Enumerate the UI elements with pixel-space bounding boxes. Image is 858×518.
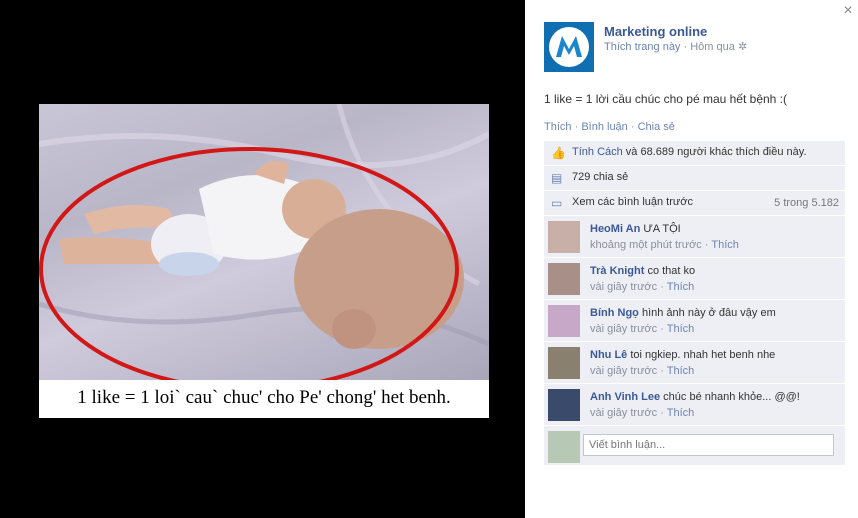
close-icon[interactable]: ×	[840, 3, 856, 20]
avatar[interactable]	[548, 263, 580, 295]
comment-composer	[544, 426, 845, 466]
comment-text: co that ko	[647, 265, 696, 277]
comment-meta: vài giây trước · Thích	[590, 323, 695, 335]
commenter-name[interactable]: Nhu Lê	[590, 349, 627, 361]
commenter-name[interactable]: Bính Ngọ	[590, 307, 639, 319]
comment-body: Bính Ngọ hình ảnh này ở đâu vậy em vài g…	[590, 305, 776, 337]
commenter-name[interactable]: Trà Knight	[590, 265, 644, 277]
comment-item: Trà Knight co that ko vài giây trước · T…	[544, 258, 845, 300]
comment-like-link[interactable]: Thích	[711, 239, 739, 251]
comment-time[interactable]: vài giây trước	[590, 365, 657, 377]
comment-text: chúc bé nhanh khỏe... @@!	[663, 391, 800, 403]
likes-count-text[interactable]: và 68.689 người khác thích điều này.	[623, 146, 807, 158]
post-actions: Thích · Bình luận · Chia sẻ	[544, 121, 675, 133]
photo-caption: 1 like = 1 loi` cau` chuc' cho Pe' chong…	[39, 380, 489, 418]
comment-item: HeoMi An ƯA TỘI khoảng một phút trước · …	[544, 216, 845, 258]
comment-meta: khoảng một phút trước · Thích	[590, 239, 739, 251]
comment-item: Bính Ngọ hình ảnh này ở đâu vậy em vài g…	[544, 300, 845, 342]
comment-time[interactable]: vài giây trước	[590, 323, 657, 335]
photo-viewer: 1 like = 1 loi` cau` chuc' cho Pe' chong…	[0, 0, 525, 518]
post-time[interactable]: Hôm qua	[690, 41, 735, 53]
commenter-name[interactable]: Anh Vinh Lee	[590, 391, 660, 403]
comment-button[interactable]: Bình luận	[581, 121, 627, 133]
comment-body: Anh Vinh Lee chúc bé nhanh khỏe... @@! v…	[590, 389, 800, 421]
shares-count[interactable]: 729 chia sẻ	[572, 171, 628, 183]
comment-time[interactable]: vài giây trước	[590, 407, 657, 419]
comment-text: toi ngkiep. nhah het benh nhe	[630, 349, 776, 361]
share-button[interactable]: Chia sẻ	[638, 121, 675, 133]
comment-like-link[interactable]: Thích	[667, 281, 695, 293]
avatar[interactable]	[548, 389, 580, 421]
comment-body: Trà Knight co that ko vài giây trước · T…	[590, 263, 695, 295]
post-text: 1 like = 1 lời cầu chúc cho pé mau hết b…	[544, 92, 788, 106]
comment-text: ƯA TỘI	[643, 223, 681, 235]
post-sidebar: × Marketing online Thích trang này · Hôm…	[525, 0, 858, 518]
page-name[interactable]: Marketing online	[604, 24, 707, 39]
shares-summary: ▤ 729 chia sẻ	[544, 166, 845, 191]
share-icon: ▤	[551, 171, 563, 185]
comment-input[interactable]	[583, 434, 834, 456]
view-previous-comments: ▭ Xem các bình luận trước 5 trong 5.182	[544, 191, 845, 216]
comment-meta: vài giây trước · Thích	[590, 407, 695, 419]
post-photo[interactable]: 1 like = 1 loi` cau` chuc' cho Pe' chong…	[39, 104, 489, 418]
avatar[interactable]	[548, 347, 580, 379]
comment-item: Anh Vinh Lee chúc bé nhanh khỏe... @@! v…	[544, 384, 845, 426]
comment-meta: vài giây trước · Thích	[590, 281, 695, 293]
page-avatar[interactable]	[544, 22, 594, 72]
thumbs-up-icon: 👍	[551, 146, 566, 160]
comment-text: hình ảnh này ở đâu vậy em	[641, 307, 776, 319]
comment-item: Nhu Lê toi ngkiep. nhah het benh nhe vài…	[544, 342, 845, 384]
baby-photo-illustration	[39, 104, 489, 380]
comment-like-link[interactable]: Thích	[667, 407, 695, 419]
comment-like-link[interactable]: Thích	[667, 365, 695, 377]
page-meta: Thích trang này · Hôm qua ✲	[604, 40, 747, 53]
photo-image	[39, 104, 489, 380]
likes-summary: 👍 Tính Cách và 68.689 người khác thích đ…	[544, 141, 845, 166]
commenter-name[interactable]: HeoMi An	[590, 223, 640, 235]
avatar[interactable]	[548, 221, 580, 253]
feedback-box: 👍 Tính Cách và 68.689 người khác thích đ…	[544, 141, 845, 466]
comment-count: 5 trong 5.182	[774, 197, 839, 209]
avatar[interactable]	[548, 305, 580, 337]
comment-time[interactable]: khoảng một phút trước	[590, 239, 702, 251]
marketing-logo-icon	[544, 22, 594, 72]
gear-icon[interactable]: ✲	[738, 41, 747, 53]
avatar	[548, 431, 580, 463]
comment-body: Nhu Lê toi ngkiep. nhah het benh nhe vài…	[590, 347, 775, 379]
comment-like-link[interactable]: Thích	[667, 323, 695, 335]
action-separator: ·	[630, 121, 638, 133]
like-page-link[interactable]: Thích trang này	[604, 41, 680, 53]
liker-name-link[interactable]: Tính Cách	[572, 146, 623, 158]
comment-meta: vài giây trước · Thích	[590, 365, 695, 377]
comment-icon: ▭	[551, 196, 563, 210]
view-previous-link[interactable]: Xem các bình luận trước	[572, 196, 693, 208]
comment-time[interactable]: vài giây trước	[590, 281, 657, 293]
comment-body: HeoMi An ƯA TỘI khoảng một phút trước · …	[590, 221, 739, 253]
like-button[interactable]: Thích	[544, 121, 572, 133]
